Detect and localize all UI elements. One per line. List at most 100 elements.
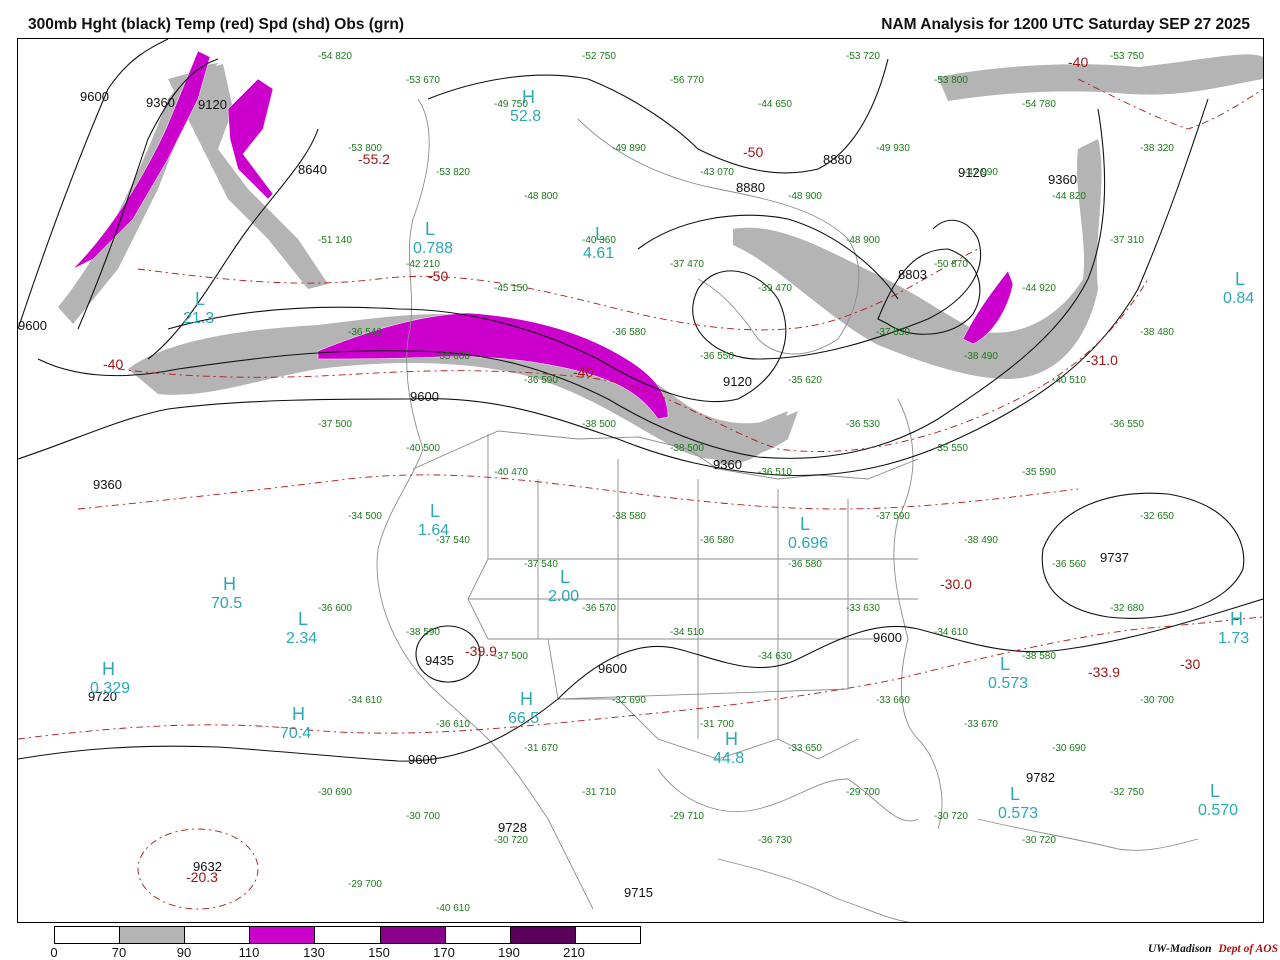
station-observation: -36 580 (700, 535, 734, 546)
run-time-title: NAM Analysis for 1200 UTC Saturday SEP 2… (881, 16, 1250, 33)
station-observation: -30 700 (1140, 695, 1174, 706)
pressure-center-symbol: L (425, 219, 435, 239)
station-observation: -49 890 (612, 143, 646, 154)
pressure-center-value: 0.696 (788, 535, 828, 552)
pressure-center-value: 0.84 (1223, 290, 1254, 307)
pressure-center-value: 66.5 (508, 710, 539, 727)
speed-legend (54, 926, 641, 944)
temperature-label: -50 (743, 144, 763, 160)
station-observation: -29 710 (670, 811, 704, 822)
pressure-center-value: 70.4 (280, 725, 311, 742)
station-observation: -44 820 (1052, 191, 1086, 202)
height-label: 9600 (18, 318, 47, 333)
station-observation: -35 600 (436, 351, 470, 362)
station-observation: -38 480 (1140, 327, 1174, 338)
credit: UW-Madison Dept of AOS (1148, 943, 1278, 955)
geographic-borders (376, 98, 1199, 922)
station-observation: -32 690 (612, 695, 646, 706)
height-label: 9120 (198, 97, 227, 112)
pressure-center-symbol: H (102, 659, 115, 679)
station-observation: -39 470 (758, 283, 792, 294)
height-label: 9737 (1100, 550, 1129, 565)
pressure-center-symbol: L (1010, 784, 1020, 804)
legend-tick: 90 (176, 945, 192, 960)
station-observation: -33 660 (876, 695, 910, 706)
station-observation: -53 750 (1110, 51, 1144, 62)
pressure-center-symbol: H (1230, 609, 1243, 629)
legend-tick: 150 (368, 945, 390, 960)
station-observation: -47 990 (964, 167, 998, 178)
legend-tick: 70 (111, 945, 127, 960)
station-observation: -50 870 (934, 259, 968, 270)
station-observation: -38 500 (670, 443, 704, 454)
station-observation: -40 610 (436, 903, 470, 914)
station-observation: -40 360 (582, 235, 616, 246)
temperature-label: -30 (1180, 656, 1200, 672)
temperature-contours (18, 78, 1263, 910)
legend-tick: 210 (563, 945, 585, 960)
station-observation: -36 570 (582, 603, 616, 614)
height-label: 9600 (410, 389, 439, 404)
station-observation: -36 580 (612, 327, 646, 338)
pressure-center-symbol: H (725, 729, 738, 749)
station-observation: -37 470 (670, 259, 704, 270)
pressure-center-symbol: L (800, 514, 810, 534)
station-observation: -53 820 (436, 167, 470, 178)
credit-department: Dept of AOS (1218, 943, 1278, 955)
pressure-center-symbol: L (195, 289, 205, 309)
station-observation: -37 540 (436, 535, 470, 546)
station-observation: -53 670 (406, 75, 440, 86)
height-label: 9782 (1026, 770, 1055, 785)
station-observation: -35 590 (1022, 467, 1056, 478)
station-observation: -40 500 (406, 443, 440, 454)
station-observation: -34 510 (670, 627, 704, 638)
station-observation: -49 930 (876, 143, 910, 154)
station-observation: -37 310 (1110, 235, 1144, 246)
station-observation: -34 610 (934, 627, 968, 638)
pressure-center-value: 70.5 (211, 595, 242, 612)
station-observation: -38 500 (582, 419, 616, 430)
station-observation: -32 750 (1110, 787, 1144, 798)
height-label: 9360 (1048, 172, 1077, 187)
station-observation: -30 720 (1022, 835, 1056, 846)
pressure-center-value: 1.73 (1218, 630, 1249, 647)
station-observation: -30 690 (1052, 743, 1086, 754)
atlantic-coastline (893, 398, 943, 830)
hudson-bay-outline (577, 118, 860, 355)
height-label: 9435 (425, 653, 454, 668)
station-observation: -36 550 (1110, 419, 1144, 430)
caribbean-islands (977, 818, 1199, 851)
contour-9600-south (18, 598, 1263, 762)
height-label: 8640 (298, 162, 327, 177)
station-observation: -48 900 (788, 191, 822, 202)
station-observation: -40 510 (1052, 375, 1086, 386)
station-observation: -30 720 (934, 811, 968, 822)
height-label: 9600 (598, 661, 627, 676)
pressure-center-symbol: L (560, 567, 570, 587)
pressure-center-value: 21.3 (183, 310, 214, 327)
station-observation: -36 550 (700, 351, 734, 362)
station-observation: -31 670 (524, 743, 558, 754)
pressure-center-value: 2.34 (286, 630, 317, 647)
speed-legend-ticks: 0 70 90 110 130 150 170 190 210 (50, 945, 639, 960)
station-observation: -38 580 (612, 511, 646, 522)
station-observation: -40 470 (494, 467, 528, 478)
station-observation: -29 700 (348, 879, 382, 890)
height-label: 9360 (93, 477, 122, 492)
station-observation: -36 530 (846, 419, 880, 430)
pressure-center-value: 0.329 (90, 680, 130, 697)
station-observation: -52 750 (582, 51, 616, 62)
station-observation: -37 500 (494, 651, 528, 662)
legend-tick: 170 (433, 945, 455, 960)
temperature-label: -33.9 (1088, 664, 1120, 680)
station-observation: -53 720 (846, 51, 880, 62)
legend-swatch-4 (315, 927, 381, 943)
legend-tick: 0 (50, 945, 58, 960)
station-observation: -38 320 (1140, 143, 1174, 154)
station-observation: -37 590 (876, 511, 910, 522)
height-label: 9360 (713, 457, 742, 472)
station-observation: -30 720 (494, 835, 528, 846)
station-observation: -36 510 (758, 467, 792, 478)
station-observation: -36 580 (788, 559, 822, 570)
legend-swatch-5 (380, 927, 446, 943)
